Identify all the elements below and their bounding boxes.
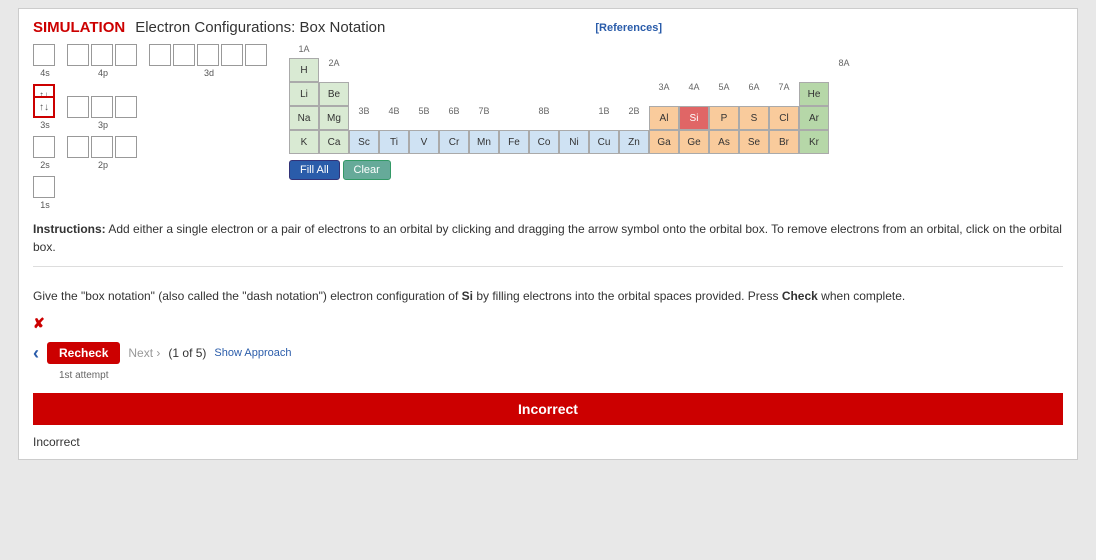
simulation-panel: SIMULATION Electron Configurations: Box … [18, 8, 1078, 460]
question-section: Give the "box notation" (also called the… [33, 266, 1063, 449]
result-text: Incorrect [33, 435, 1063, 449]
orbital-box[interactable] [33, 136, 55, 158]
instructions: Instructions: Add either a single electr… [33, 220, 1063, 256]
element-Be[interactable]: Be [319, 82, 349, 106]
orbital-box[interactable] [245, 44, 267, 66]
simulation-tag: SIMULATION [33, 19, 125, 36]
element-Al[interactable]: Al [649, 106, 679, 130]
incorrect-banner: Incorrect [33, 393, 1063, 425]
show-approach-link[interactable]: Show Approach [214, 347, 291, 359]
instructions-label: Instructions: [33, 222, 106, 236]
element-He[interactable]: He [799, 82, 829, 106]
orbital-box[interactable] [67, 96, 89, 118]
page-title: Electron Configurations: Box Notation [135, 19, 385, 36]
orbital-box[interactable] [221, 44, 243, 66]
element-Ar[interactable]: Ar [799, 106, 829, 130]
element-Si-selected[interactable]: Si [679, 106, 709, 130]
element-Sc[interactable]: Sc [349, 130, 379, 154]
header: SIMULATION Electron Configurations: Box … [33, 19, 1063, 36]
element-K[interactable]: K [289, 130, 319, 154]
orbital-box[interactable] [67, 44, 89, 66]
periodic-table: 1A H 2A 8A Li Be 3A4A5A6A7A He Na Mg 3B4… [289, 44, 859, 210]
element-P[interactable]: P [709, 106, 739, 130]
progress-text: (1 of 5) [168, 346, 206, 360]
orbital-box[interactable] [67, 136, 89, 158]
element-Ca[interactable]: Ca [319, 130, 349, 154]
element-Cl[interactable]: Cl [769, 106, 799, 130]
orbital-box[interactable] [115, 136, 137, 158]
element-Kr[interactable]: Kr [799, 130, 829, 154]
orbital-box[interactable] [115, 96, 137, 118]
orbital-box[interactable] [91, 136, 113, 158]
attempt-label: 1st attempt [59, 370, 1063, 381]
element-Se[interactable]: Se [739, 130, 769, 154]
wrong-mark-icon: ✘ [33, 315, 1063, 332]
nav-bar: ‹ Recheck Next › (1 of 5) Show Approach [33, 342, 1063, 364]
orbital-box[interactable] [33, 44, 55, 66]
prev-icon[interactable]: ‹ [33, 343, 39, 364]
element-Br[interactable]: Br [769, 130, 799, 154]
element-Fe[interactable]: Fe [499, 130, 529, 154]
element-S[interactable]: S [739, 106, 769, 130]
orbital-box[interactable] [91, 96, 113, 118]
element-Cu[interactable]: Cu [589, 130, 619, 154]
references-link[interactable]: [References] [595, 22, 662, 34]
element-Li[interactable]: Li [289, 82, 319, 106]
element-V[interactable]: V [409, 130, 439, 154]
orbital-box[interactable] [149, 44, 171, 66]
element-Ti[interactable]: Ti [379, 130, 409, 154]
element-Cr[interactable]: Cr [439, 130, 469, 154]
element-As[interactable]: As [709, 130, 739, 154]
orbital-box-selected[interactable]: ↑↓ [33, 96, 55, 118]
orbital-box[interactable] [33, 176, 55, 198]
fill-all-button[interactable]: Fill All [289, 160, 340, 180]
element-Mn[interactable]: Mn [469, 130, 499, 154]
element-Co[interactable]: Co [529, 130, 559, 154]
element-Ga[interactable]: Ga [649, 130, 679, 154]
element-H[interactable]: H [289, 58, 319, 82]
orbital-box[interactable] [91, 44, 113, 66]
element-Mg[interactable]: Mg [319, 106, 349, 130]
orbital-box[interactable] [197, 44, 219, 66]
orbital-box[interactable] [115, 44, 137, 66]
recheck-button[interactable]: Recheck [47, 342, 120, 364]
orbital-box[interactable] [173, 44, 195, 66]
element-Zn[interactable]: Zn [619, 130, 649, 154]
next-button: Next › [128, 346, 160, 360]
element-Ni[interactable]: Ni [559, 130, 589, 154]
element-Na[interactable]: Na [289, 106, 319, 130]
element-Ge[interactable]: Ge [679, 130, 709, 154]
clear-button[interactable]: Clear [343, 160, 391, 180]
orbital-diagram: 4s 4p 3d ↑↓3s ↑↓3s 3p 2s 2p 1s [33, 44, 269, 210]
